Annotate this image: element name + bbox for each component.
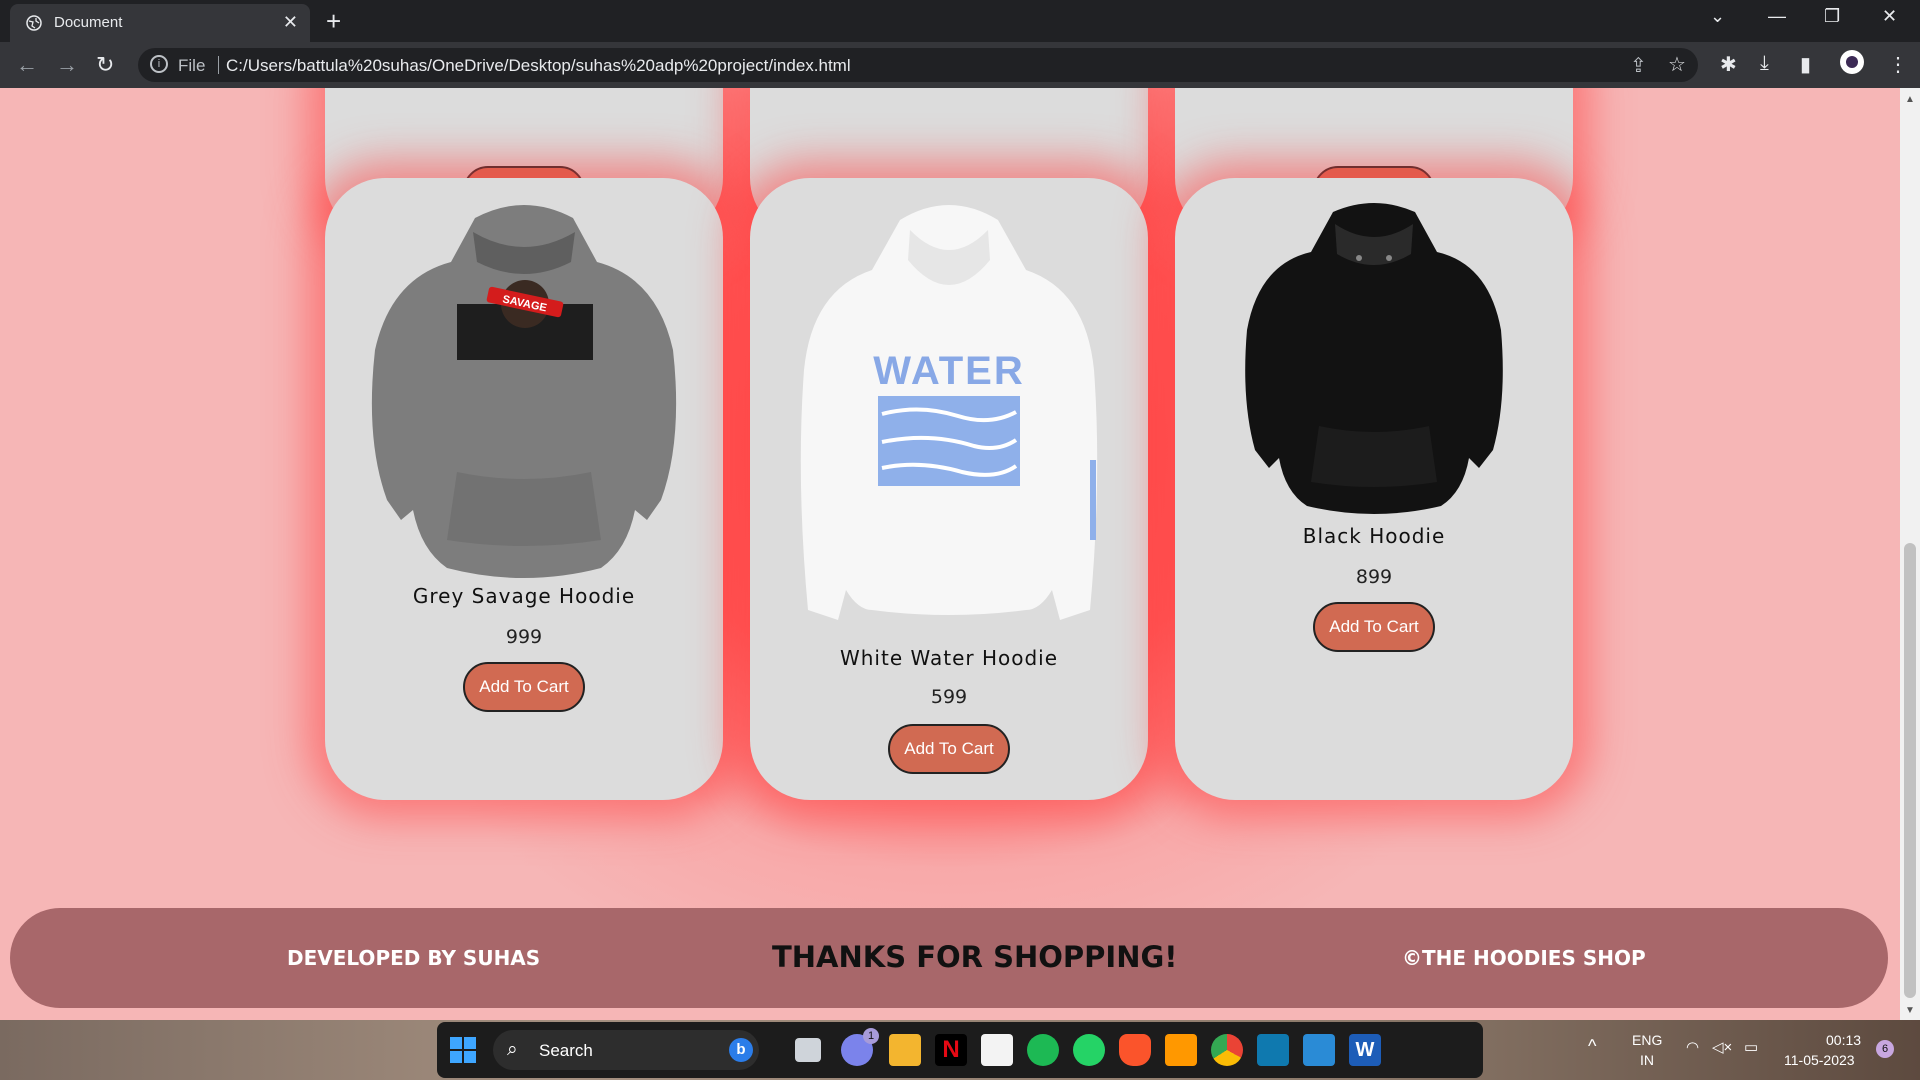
word-icon[interactable]: W xyxy=(1349,1034,1381,1066)
scroll-up-icon[interactable]: ▲ xyxy=(1905,94,1915,105)
whatsapp-icon[interactable] xyxy=(1073,1034,1105,1066)
teams-badge: 1 xyxy=(863,1028,879,1044)
share-icon[interactable]: ⇪ xyxy=(1630,53,1647,78)
clock-time[interactable]: 00:13 xyxy=(1826,1032,1861,1048)
forward-icon[interactable]: → xyxy=(56,52,78,78)
address-divider xyxy=(218,56,219,74)
product-price: 899 xyxy=(1355,566,1393,588)
task-view-icon[interactable] xyxy=(795,1038,821,1062)
back-icon[interactable]: ← xyxy=(16,52,38,78)
sublime-text-icon[interactable] xyxy=(1165,1034,1197,1066)
minimize-icon[interactable]: — xyxy=(1768,6,1786,27)
clock-date[interactable]: 11-05-2023 xyxy=(1784,1052,1855,1068)
windows-start-icon[interactable] xyxy=(447,1034,479,1066)
add-to-cart-button[interactable]: Add To Cart xyxy=(1313,602,1435,652)
product-name: White Water Hoodie xyxy=(839,646,1059,670)
product-card-white-water: WATER White Water Hoodie 599 Add To Cart xyxy=(750,178,1148,800)
browser-toolbar: ← → ↻ i File C:/Users/battula%20suhas/On… xyxy=(0,42,1920,88)
footer-developer: DEVELOPED BY SUHAS xyxy=(287,946,541,970)
battery-icon[interactable]: ▭ xyxy=(1744,1038,1758,1056)
info-icon[interactable]: i xyxy=(150,55,168,73)
water-graphic-text: WATER xyxy=(873,349,1024,393)
region-indicator[interactable]: IN xyxy=(1640,1052,1654,1068)
globe-icon xyxy=(26,15,42,31)
browser-tab[interactable]: Document ✕ xyxy=(10,4,310,42)
language-indicator[interactable]: ENG xyxy=(1632,1032,1662,1048)
spotify-icon[interactable] xyxy=(1027,1034,1059,1066)
product-price: 599 xyxy=(930,686,968,708)
restore-icon[interactable]: ❐ xyxy=(1824,6,1840,27)
notification-badge[interactable]: 6 xyxy=(1876,1040,1894,1058)
tab-title: Document xyxy=(54,14,123,31)
side-panel-icon[interactable]: ▮ xyxy=(1800,52,1811,77)
profile-avatar[interactable] xyxy=(1840,50,1864,74)
tab-search-icon[interactable]: ⌄ xyxy=(1710,6,1725,27)
menu-icon[interactable]: ⋮ xyxy=(1888,52,1908,77)
add-to-cart-button[interactable]: Add To Cart xyxy=(888,724,1010,774)
add-to-cart-button[interactable]: Add To Cart xyxy=(463,662,585,712)
page-scrollbar[interactable]: ▲ ▼ xyxy=(1900,88,1920,1020)
profile-icon xyxy=(1846,56,1858,68)
taskbar-search[interactable]: ⌕ Search b xyxy=(493,1030,759,1070)
grey-hoodie-image: SAVAGE xyxy=(371,205,677,578)
address-bar[interactable]: i File C:/Users/battula%20suhas/OneDrive… xyxy=(138,48,1698,82)
notepad-icon[interactable] xyxy=(1303,1034,1335,1066)
bookmark-star-icon[interactable]: ☆ xyxy=(1668,52,1686,77)
site-footer: DEVELOPED BY SUHAS THANKS FOR SHOPPING! … xyxy=(10,908,1888,1008)
page-content: Add To Cart Add To Cart SAVAGE Grey Sava… xyxy=(0,88,1900,1020)
product-card-black: Black Hoodie 899 Add To Cart xyxy=(1175,178,1573,800)
close-tab-icon[interactable]: ✕ xyxy=(283,12,298,33)
download-icon[interactable]: ⤓ xyxy=(1760,52,1769,75)
close-window-icon[interactable]: ✕ xyxy=(1882,6,1897,27)
extensions-icon[interactable]: ✱ xyxy=(1720,52,1737,77)
product-name: Grey Savage Hoodie xyxy=(412,584,636,608)
product-name: Black Hoodie xyxy=(1302,524,1446,548)
new-tab-icon[interactable]: + xyxy=(326,6,341,37)
taskbar: ⌕ Search b 1 N W xyxy=(437,1022,1483,1078)
prime-video-icon[interactable] xyxy=(1257,1034,1289,1066)
microsoft-store-icon[interactable] xyxy=(981,1034,1013,1066)
black-hoodie-image xyxy=(1245,203,1503,514)
address-url[interactable]: C:/Users/battula%20suhas/OneDrive/Deskto… xyxy=(226,56,851,76)
product-price: 999 xyxy=(505,626,543,648)
address-scheme: File xyxy=(178,56,206,75)
wifi-icon[interactable]: ◠ xyxy=(1686,1038,1699,1056)
teams-icon[interactable]: 1 xyxy=(841,1028,879,1066)
show-hidden-icons-icon[interactable]: ^ xyxy=(1588,1036,1596,1057)
product-card-grey-savage: SAVAGE Grey Savage Hoodie 999 Add To Car… xyxy=(325,178,723,800)
bing-icon[interactable]: b xyxy=(729,1038,753,1062)
footer-thanks: THANKS FOR SHOPPING! xyxy=(772,940,1178,974)
file-explorer-icon[interactable] xyxy=(889,1034,921,1066)
reload-icon[interactable]: ↻ xyxy=(96,52,114,78)
scrollbar-thumb[interactable] xyxy=(1904,543,1916,998)
taskbar-search-label: Search xyxy=(539,1041,593,1060)
search-icon: ⌕ xyxy=(507,1039,518,1060)
volume-muted-icon[interactable]: ◁× xyxy=(1712,1038,1732,1056)
netflix-icon[interactable]: N xyxy=(935,1034,967,1066)
white-hoodie-image: WATER xyxy=(800,205,1098,620)
brave-icon[interactable] xyxy=(1119,1034,1151,1066)
browser-titlebar: Document ✕ + ⌄ — ❐ ✕ xyxy=(0,0,1920,42)
footer-copyright: ©THE HOODIES SHOP xyxy=(1402,946,1646,970)
chrome-icon[interactable] xyxy=(1211,1034,1243,1066)
scroll-down-icon[interactable]: ▼ xyxy=(1905,1005,1915,1016)
